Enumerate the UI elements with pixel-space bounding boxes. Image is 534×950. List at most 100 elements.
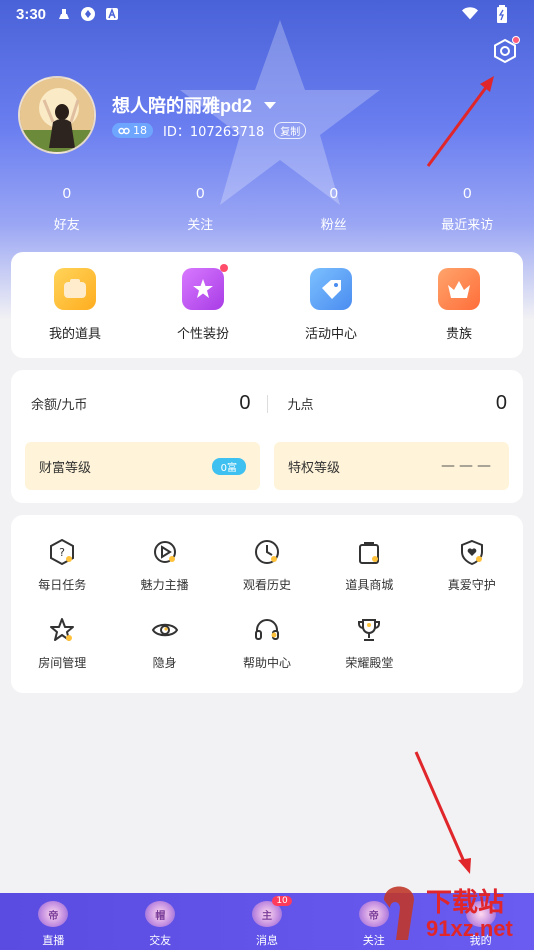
sync-icon (80, 6, 96, 22)
wallet-card: 余额/九币 0 九点 0 财富等级 0富 特权等级 ——— (11, 370, 523, 503)
stat-fans[interactable]: 0 粉丝 (267, 185, 401, 233)
points-label: 九点 (287, 398, 314, 413)
stat-value: 0 (463, 185, 472, 202)
balance-row: 余额/九币 0 九点 0 (11, 392, 523, 415)
charm-anchor-icon (150, 537, 180, 567)
tab-label: 消息 (255, 934, 278, 947)
tool-label: 道具商城 (345, 578, 394, 592)
tab-label: 直播 (42, 934, 65, 947)
tab-make-friends[interactable]: 帽 交友 (107, 893, 214, 950)
tool-hall-of-honor[interactable]: 荣耀殿堂 (318, 615, 420, 671)
notification-icon (56, 6, 72, 22)
username-row[interactable]: 想人陪的丽雅pd2 (112, 92, 277, 118)
privilege-level-value: ——— (441, 458, 495, 474)
privilege-level-label: 特权等级 (288, 460, 341, 476)
wealth-level-label: 财富等级 (39, 460, 92, 476)
tool-help-center[interactable]: 帮助中心 (216, 615, 318, 671)
live-tab-icon: 帝 (38, 901, 69, 927)
copy-button[interactable]: 复制 (274, 122, 307, 139)
quick-action-dress-up[interactable]: 个性装扮 (139, 252, 267, 358)
balance-value: 0 (239, 392, 251, 414)
trophy-icon (354, 615, 384, 645)
tool-props-shop[interactable]: 道具商城 (318, 537, 420, 593)
new-indicator-dot (220, 264, 228, 272)
tool-charm-anchor[interactable]: 魅力主播 (113, 537, 215, 593)
shop-icon (354, 537, 384, 567)
quick-action-nobility[interactable]: 贵族 (395, 252, 523, 358)
id-row: 18 ID：107263718 复制 (112, 121, 307, 140)
tool-label: 帮助中心 (242, 656, 291, 670)
watermark-url: 91xz.net (426, 916, 513, 941)
crown-icon (438, 268, 480, 310)
star-icon (47, 615, 77, 645)
tools-card: ? 每日任务 魅力主播 观看历史 道具商城 真爱守护 房间管理 隐身 帮助中心 … (11, 515, 523, 693)
tool-daily-task[interactable]: ? 每日任务 (11, 537, 113, 593)
status-time: 3:30 (16, 5, 47, 23)
settings-button[interactable] (490, 36, 520, 66)
quick-action-label: 我的道具 (48, 327, 101, 342)
heart-shield-icon (457, 537, 487, 567)
tool-label: 每日任务 (38, 578, 87, 592)
history-icon (252, 537, 282, 567)
tool-label: 观看历史 (242, 578, 291, 592)
quick-action-my-props[interactable]: 我的道具 (11, 252, 139, 358)
tool-label: 房间管理 (38, 656, 87, 670)
stat-following[interactable]: 0 关注 (134, 185, 268, 233)
balance-label: 余额/九币 (31, 398, 88, 413)
wealth-badge: 0富 (211, 457, 246, 475)
app-a-icon (104, 6, 120, 22)
magic-wand-icon (182, 264, 228, 310)
tool-invisible[interactable]: 隐身 (113, 615, 215, 671)
tool-true-love-guard[interactable]: 真爱守护 (421, 537, 523, 593)
balance-cell[interactable]: 余额/九币 0 (11, 392, 267, 415)
stat-label: 最近来访 (441, 218, 494, 233)
stat-label: 粉丝 (320, 218, 347, 233)
status-bar: 3:30 (0, 0, 534, 28)
wealth-level-box[interactable]: 财富等级 0富 (25, 442, 260, 490)
stat-value: 0 (62, 185, 71, 202)
tab-label: 交友 (149, 934, 172, 947)
tool-room-management[interactable]: 房间管理 (11, 615, 113, 671)
eye-icon (150, 615, 180, 645)
stat-value: 0 (196, 185, 205, 202)
stat-label: 好友 (53, 218, 80, 233)
watermark-text: 下载站 (426, 888, 505, 918)
username: 想人陪的丽雅pd2 (112, 96, 253, 116)
level-badge: 18 (112, 123, 153, 138)
link-icon (118, 127, 130, 134)
points-cell[interactable]: 九点 0 (268, 392, 524, 415)
svg-text:?: ? (59, 546, 65, 559)
tool-label: 真爱守护 (447, 578, 496, 592)
avatar[interactable] (18, 76, 96, 154)
tool-label: 魅力主播 (140, 578, 189, 592)
friends-tab-icon: 帽 (145, 901, 176, 927)
message-count-badge: 10 (272, 896, 292, 906)
settings-notification-dot (512, 36, 520, 44)
stat-friends[interactable]: 0 好友 (0, 185, 134, 233)
tab-live[interactable]: 帝 直播 (0, 893, 107, 950)
tab-messages[interactable]: 主 10 消息 (214, 893, 321, 950)
daily-task-icon: ? (47, 537, 77, 567)
headset-icon (252, 615, 282, 645)
tools-grid: ? 每日任务 魅力主播 观看历史 道具商城 真爱守护 房间管理 隐身 帮助中心 … (11, 537, 523, 671)
annotation-arrow-mine-tab (414, 751, 471, 874)
tool-watch-history[interactable]: 观看历史 (216, 537, 318, 593)
ticket-icon (310, 268, 352, 310)
stats-row: 0 好友 0 关注 0 粉丝 0 最近来访 (0, 185, 534, 233)
wifi-icon (462, 6, 478, 22)
stat-label: 关注 (187, 218, 214, 233)
stat-value: 0 (329, 185, 338, 202)
tool-label: 隐身 (152, 656, 177, 670)
tool-label: 荣耀殿堂 (345, 656, 394, 670)
dropdown-caret-icon[interactable] (264, 101, 277, 109)
watermark: 下载站 91xz.net (364, 880, 534, 950)
battery-icon (494, 5, 510, 23)
quick-action-label: 贵族 (445, 327, 472, 342)
quick-action-activity-center[interactable]: 活动中心 (267, 252, 395, 358)
stat-recent-visitors[interactable]: 0 最近来访 (401, 185, 534, 233)
privilege-level-box[interactable]: 特权等级 ——— (274, 442, 509, 490)
quick-action-label: 个性装扮 (176, 327, 229, 342)
quick-actions-card: 我的道具 个性装扮 活动中心 贵族 (11, 252, 523, 358)
user-id: ID：107263718 (163, 125, 265, 140)
toolbox-icon (54, 268, 96, 310)
